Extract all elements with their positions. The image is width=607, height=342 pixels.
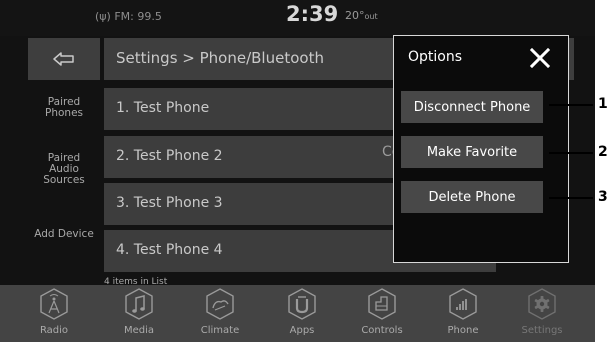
outside-temperature: 20°out: [345, 9, 378, 22]
list-item-label: 1. Test Phone: [116, 100, 210, 116]
media-icon: [125, 288, 153, 320]
sidebar-item-paired-phones[interactable]: Paired Phones: [36, 97, 92, 119]
climate-icon: [206, 288, 234, 320]
broadcast-icon: (ψ): [95, 10, 115, 23]
breadcrumb: Settings > Phone/Bluetooth: [116, 49, 324, 67]
back-arrow-icon: [53, 52, 74, 66]
list-item-label: 2. Test Phone 2: [116, 148, 223, 164]
list-item-label: 4. Test Phone 4: [116, 242, 223, 258]
phone-icon: [449, 288, 477, 320]
nav-apps[interactable]: Apps: [272, 285, 332, 342]
list-item-label: 3. Test Phone 3: [116, 195, 223, 211]
callout-line: [549, 104, 593, 106]
callout-number: 1: [598, 96, 607, 112]
close-icon: [530, 48, 550, 68]
nav-controls[interactable]: Controls: [352, 285, 412, 342]
radio-icon: [40, 288, 68, 320]
sidebar-item-add-device[interactable]: Add Device: [28, 229, 100, 240]
settings-icon: [528, 288, 556, 320]
back-button[interactable]: [28, 38, 100, 80]
callout-line: [549, 197, 593, 199]
nav-radio[interactable]: Radio: [24, 285, 84, 342]
apps-icon: [288, 288, 316, 320]
nav-phone[interactable]: Phone: [433, 285, 493, 342]
nav-media[interactable]: Media: [109, 285, 169, 342]
callout-number: 2: [598, 144, 607, 160]
make-favorite-button[interactable]: Make Favorite: [401, 136, 543, 168]
clock: 2:39: [286, 2, 339, 26]
bottom-nav: Radio Media Climate Apps Controls Phone …: [0, 285, 595, 342]
sidebar-item-paired-audio-sources[interactable]: Paired Audio Sources: [36, 153, 92, 186]
callout-number: 3: [598, 189, 607, 205]
infotainment-screen: (ψ) FM: 99.5 2:39 20°out Settings > Phon…: [0, 0, 595, 342]
nav-settings[interactable]: Settings: [512, 285, 572, 342]
radio-status: (ψ) FM: 99.5: [95, 10, 162, 23]
callout-line: [549, 152, 593, 154]
disconnect-phone-button[interactable]: Disconnect Phone: [401, 91, 543, 123]
options-title: Options: [408, 49, 463, 65]
close-button[interactable]: [524, 42, 556, 74]
status-bar: (ψ) FM: 99.5 2:39 20°out: [0, 0, 595, 36]
options-popup: Options Disconnect Phone Make Favorite D…: [393, 35, 569, 263]
nav-climate[interactable]: Climate: [190, 285, 250, 342]
controls-icon: [368, 288, 396, 320]
delete-phone-button[interactable]: Delete Phone: [401, 181, 543, 213]
